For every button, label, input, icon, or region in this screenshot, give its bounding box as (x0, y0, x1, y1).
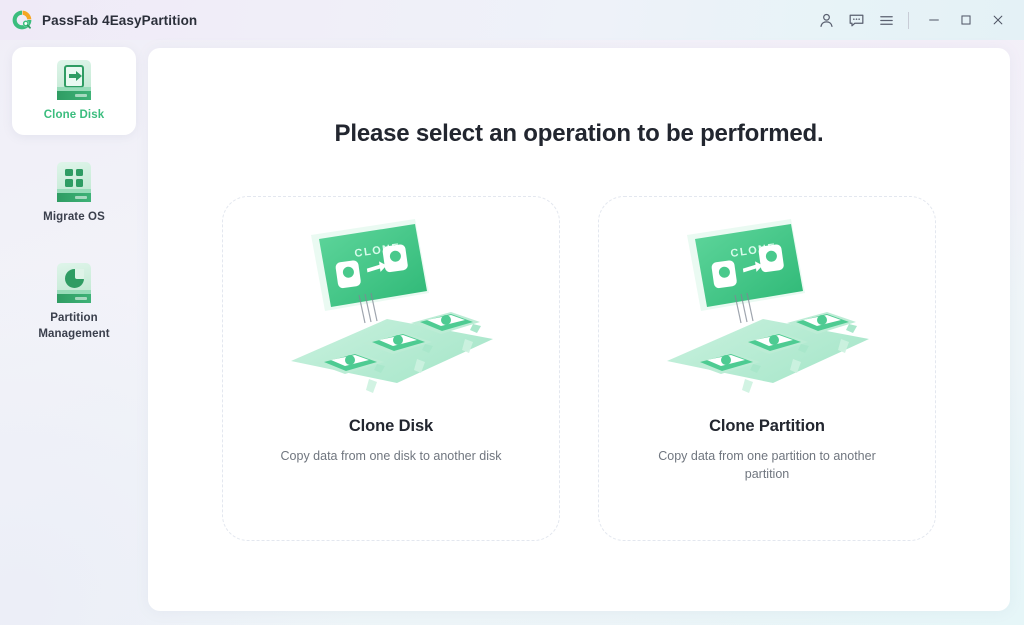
user-account-icon[interactable] (811, 5, 841, 35)
minimize-icon[interactable] (918, 5, 950, 35)
operation-card-title: Clone Partition (709, 417, 825, 435)
title-bar-left: PassFab 4EasyPartition (0, 9, 197, 31)
hamburger-menu-icon[interactable] (871, 5, 901, 35)
close-icon[interactable] (982, 5, 1014, 35)
title-bar: PassFab 4EasyPartition (0, 0, 1024, 40)
sidebar-item-label: Partition Management (38, 312, 110, 340)
clone-disk-icon (57, 60, 91, 100)
sidebar-item-clone-disk[interactable]: Clone Disk (12, 47, 136, 135)
content-panel: Please select an operation to be perform… (148, 48, 1010, 611)
sidebar-item-migrate-os[interactable]: Migrate OS (12, 149, 136, 237)
page-title: Please select an operation to be perform… (334, 120, 824, 147)
chat-bubble-icon[interactable] (841, 5, 871, 35)
passfab-logo-icon (11, 9, 33, 31)
clone-disk-illustration: CLONE (275, 211, 507, 411)
operation-card-description: Copy data from one partition to another … (658, 449, 876, 482)
operation-card-description: Copy data from one disk to another disk (280, 449, 502, 463)
operation-card-clone-disk[interactable]: CLONE Clone Disk Copy data from one disk… (222, 196, 560, 541)
titlebar-divider (908, 11, 909, 29)
sidebar: Clone Disk Migrate OS Partition Manageme… (0, 40, 148, 625)
operation-card-clone-partition[interactable]: CLONE Clone Partition Copy data from one… (598, 196, 936, 541)
sidebar-item-label: Clone Disk (43, 109, 105, 121)
migrate-os-icon (57, 161, 91, 202)
operation-card-list: CLONE Clone Disk Copy data from one disk… (148, 196, 1010, 541)
app-window: PassFab 4EasyPartition Clone Disk Migrat… (0, 0, 1024, 625)
title-bar-controls (811, 0, 1024, 40)
operation-card-title: Clone Disk (348, 417, 434, 435)
maximize-icon[interactable] (950, 5, 982, 35)
partition-management-icon (57, 263, 91, 304)
clone-partition-illustration: CLONE (651, 211, 883, 411)
sidebar-item-label: Migrate OS (43, 210, 105, 223)
sidebar-item-partition-management[interactable]: Partition Management (12, 250, 136, 353)
app-title: PassFab 4EasyPartition (42, 12, 198, 28)
